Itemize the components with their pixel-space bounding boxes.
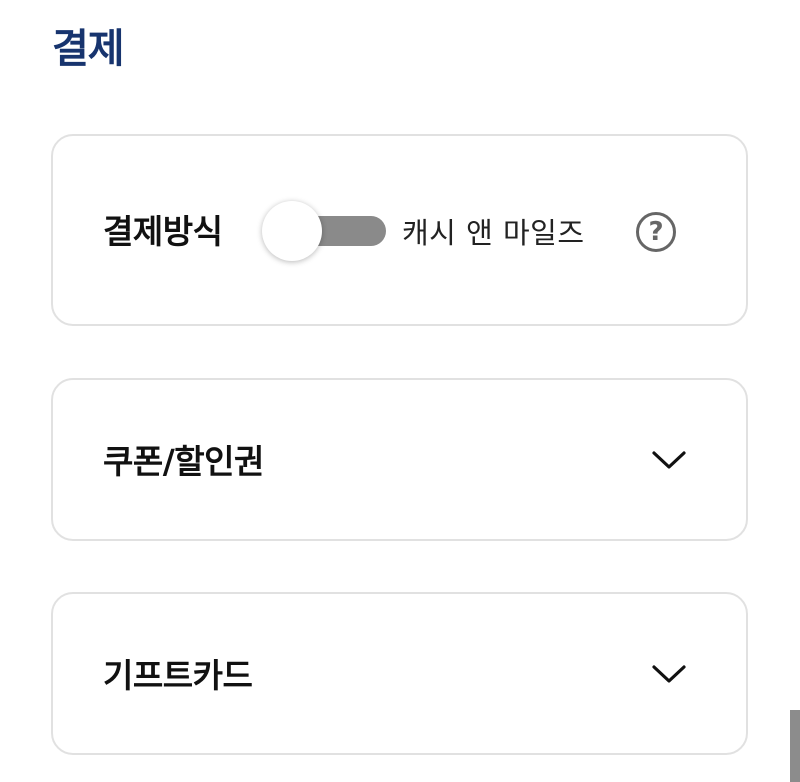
cash-and-miles-toggle[interactable] (262, 201, 386, 261)
cash-and-miles-label: 캐시 앤 마일즈 (402, 216, 585, 250)
payment-method-label: 결제방식 (103, 212, 223, 251)
gift-card-card[interactable]: 기프트카드 (51, 592, 748, 755)
question-circle-icon[interactable]: ? (636, 212, 676, 252)
page-title: 결제 (52, 26, 125, 72)
scrollbar-thumb[interactable] (790, 710, 800, 782)
coupon-discount-label: 쿠폰/할인권 (103, 442, 264, 481)
coupon-discount-card[interactable]: 쿠폰/할인권 (51, 378, 748, 541)
toggle-knob[interactable] (262, 201, 322, 261)
gift-card-label: 기프트카드 (103, 656, 253, 695)
chevron-down-icon[interactable] (651, 662, 687, 686)
chevron-down-icon[interactable] (651, 448, 687, 472)
payment-page: 결제 결제방식 캐시 앤 마일즈 ? 쿠폰/할인권 기프트카드 (0, 0, 800, 782)
payment-method-card: 결제방식 캐시 앤 마일즈 ? (51, 134, 748, 326)
